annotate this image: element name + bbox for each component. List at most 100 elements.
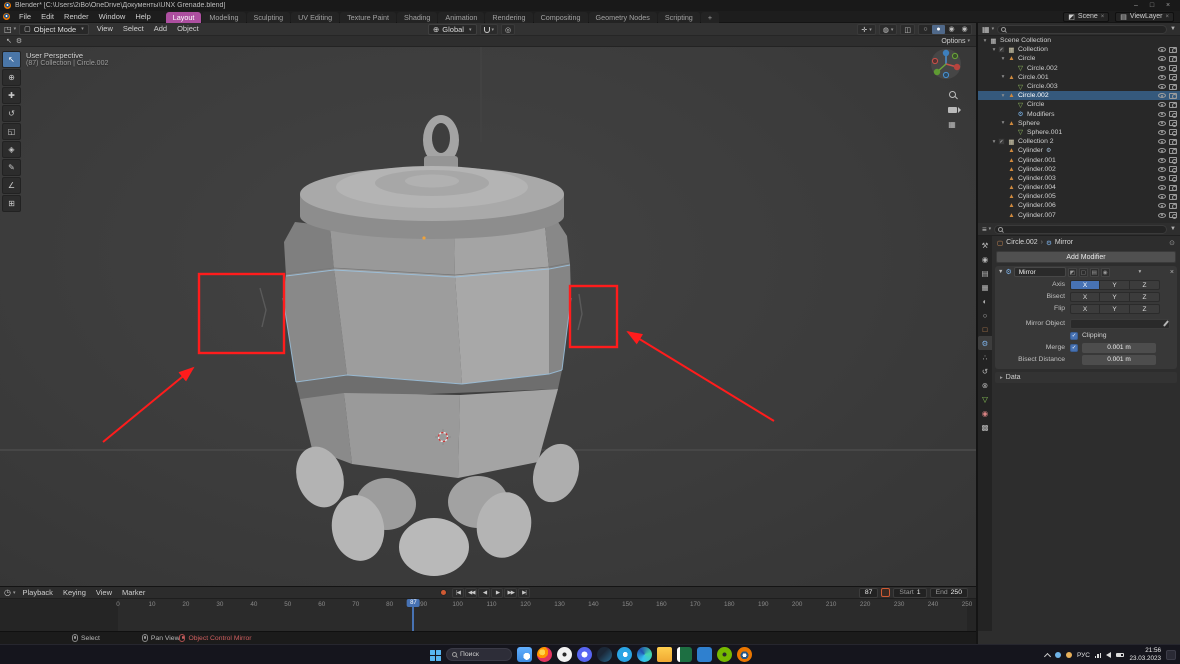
- shading-solid-icon[interactable]: ●: [932, 25, 945, 34]
- scale-tool[interactable]: ◱: [2, 123, 21, 140]
- properties-search-input[interactable]: [994, 225, 1167, 234]
- properties-tab-output[interactable]: ▤: [978, 266, 992, 280]
- shading-rendered-icon[interactable]: ◉: [958, 25, 971, 34]
- outliner-row[interactable]: ▲Cylinder⚙: [978, 146, 1180, 155]
- frame-end-field[interactable]: End250: [930, 588, 968, 598]
- outliner-row[interactable]: ▽Circle: [978, 100, 1180, 109]
- flip-y-toggle[interactable]: Y: [1100, 304, 1130, 314]
- disable-in-render-camera-icon[interactable]: [1169, 157, 1177, 163]
- mirror-object-field[interactable]: [1070, 319, 1170, 329]
- play[interactable]: ▶: [491, 588, 503, 598]
- preview-range-icon[interactable]: [881, 588, 890, 597]
- disable-in-render-camera-icon[interactable]: [1169, 139, 1177, 145]
- properties-tab-material[interactable]: ◉: [978, 406, 992, 420]
- annotate-tool[interactable]: ✎: [2, 159, 21, 176]
- disable-in-render-camera-icon[interactable]: [1169, 212, 1177, 218]
- viewport-menu-select[interactable]: Select: [118, 23, 149, 35]
- toggle-ortho-icon[interactable]: ▦: [945, 118, 959, 131]
- shading-wireframe-icon[interactable]: ○: [919, 25, 932, 34]
- outliner-row[interactable]: ▲Cylinder.004: [978, 183, 1180, 192]
- outliner-search-input[interactable]: [997, 25, 1167, 34]
- pin-icon[interactable]: ⊙: [1169, 239, 1175, 247]
- disclosure-expanded-icon[interactable]: ▾: [990, 47, 998, 53]
- properties-tab-render[interactable]: ◉: [978, 252, 992, 266]
- xray-toggle[interactable]: ◫: [900, 24, 915, 35]
- previous-frame[interactable]: ◀: [478, 588, 490, 598]
- taskbar-icon-edge[interactable]: [637, 647, 652, 662]
- snap-magnet-icon[interactable]: ▾: [480, 24, 499, 35]
- bisect-x-toggle[interactable]: X: [1070, 292, 1100, 302]
- hide-in-viewport-eye-icon[interactable]: [1158, 213, 1166, 218]
- hide-in-viewport-eye-icon[interactable]: [1158, 158, 1166, 163]
- axis-y-toggle[interactable]: Y: [1100, 280, 1130, 290]
- transform-tool[interactable]: ◈: [2, 141, 21, 158]
- clock[interactable]: 21:56 23.03.2023: [1129, 647, 1161, 664]
- gizmos-dropdown[interactable]: ✛▾: [857, 24, 875, 35]
- editor-type-icon[interactable]: ◳▾: [4, 25, 16, 34]
- disclosure-expanded-icon[interactable]: ▾: [999, 56, 1007, 62]
- bisect-y-toggle[interactable]: Y: [1100, 292, 1130, 302]
- disclosure-expanded-icon[interactable]: ▾: [981, 38, 989, 44]
- show-render-icon[interactable]: ◉: [1101, 268, 1110, 277]
- outliner-row[interactable]: ▽Circle.003: [978, 82, 1180, 91]
- disable-in-render-camera-icon[interactable]: [1169, 74, 1177, 80]
- disable-in-render-camera-icon[interactable]: [1169, 65, 1177, 71]
- properties-editor-icon[interactable]: ≡▾: [982, 225, 991, 234]
- outliner-row[interactable]: ▲Cylinder.003: [978, 174, 1180, 183]
- workspace-tab-layout[interactable]: Layout: [166, 12, 202, 23]
- menu-file[interactable]: File: [14, 11, 36, 23]
- outliner-row[interactable]: ⚙Modifiers: [978, 110, 1180, 119]
- collection-checkbox[interactable]: ✓: [998, 138, 1005, 145]
- disclosure-expanded-icon[interactable]: ▾: [990, 139, 998, 145]
- properties-tab-particles[interactable]: ∴: [978, 350, 992, 364]
- viewlayer-selector[interactable]: ▤ ViewLayer ×: [1115, 12, 1174, 22]
- rotate-tool[interactable]: ↺: [2, 105, 21, 122]
- timeline-menu-keying[interactable]: Keying: [58, 587, 91, 599]
- measure-tool[interactable]: ∠: [2, 177, 21, 194]
- disable-in-render-camera-icon[interactable]: [1169, 84, 1177, 90]
- timeline-menu-view[interactable]: View: [91, 587, 117, 599]
- workspace-tab-rendering[interactable]: Rendering: [485, 12, 532, 23]
- outliner-row[interactable]: ▾✓▦Collection 2: [978, 137, 1180, 146]
- camera-view-icon[interactable]: [945, 103, 959, 116]
- collection-checkbox[interactable]: ✓: [998, 46, 1005, 53]
- workspace-tab-add[interactable]: +: [701, 12, 719, 23]
- taskbar-icon-excel[interactable]: [677, 647, 692, 662]
- hide-in-viewport-eye-icon[interactable]: [1158, 56, 1166, 61]
- properties-tab-view-layer[interactable]: ▦: [978, 280, 992, 294]
- options-dropdown[interactable]: Options▾: [941, 38, 970, 45]
- navigation-gizmo[interactable]: [930, 48, 962, 80]
- bisect-distance-field[interactable]: 0.001 m: [1082, 355, 1156, 365]
- hide-in-viewport-eye-icon[interactable]: [1158, 112, 1166, 117]
- menu-help[interactable]: Help: [130, 11, 155, 23]
- viewport-menu-view[interactable]: View: [92, 23, 118, 35]
- proportional-edit-icon[interactable]: ◎: [501, 24, 515, 35]
- outliner-row[interactable]: ▾▲Sphere: [978, 119, 1180, 128]
- taskbar-icon-discord[interactable]: [577, 647, 592, 662]
- outliner-row[interactable]: ▽Circle.002: [978, 64, 1180, 73]
- workspace-tab-animation[interactable]: Animation: [438, 12, 484, 23]
- minimize-button[interactable]: –: [1128, 0, 1144, 11]
- start-button[interactable]: [430, 650, 441, 661]
- hide-in-viewport-eye-icon[interactable]: [1158, 102, 1166, 107]
- hide-in-viewport-eye-icon[interactable]: [1158, 75, 1166, 80]
- flip-x-toggle[interactable]: X: [1070, 304, 1100, 314]
- hide-in-viewport-eye-icon[interactable]: [1158, 93, 1166, 98]
- auto-keying-icon[interactable]: [440, 589, 447, 596]
- viewport-menu-object[interactable]: Object: [172, 23, 204, 35]
- outliner-row[interactable]: ▾▦Scene Collection: [978, 36, 1180, 45]
- taskbar-icon-explorer[interactable]: [657, 647, 672, 662]
- hide-in-viewport-eye-icon[interactable]: [1158, 167, 1166, 172]
- taskbar-icon-weather[interactable]: [517, 647, 532, 662]
- outliner-filter-icon[interactable]: ▼: [1170, 26, 1176, 32]
- previous-keyframe[interactable]: ◀◀: [465, 588, 477, 598]
- add-cube-tool[interactable]: ⊞: [2, 195, 21, 212]
- axis-x-toggle[interactable]: X: [1070, 280, 1100, 290]
- outliner-row[interactable]: ▾▲Circle: [978, 54, 1180, 63]
- outliner-row[interactable]: ▾✓▦Collection: [978, 45, 1180, 54]
- outliner-row[interactable]: ▾▲Circle.002: [978, 91, 1180, 100]
- outliner-row[interactable]: ▲Cylinder.002: [978, 165, 1180, 174]
- disable-in-render-camera-icon[interactable]: [1169, 175, 1177, 181]
- properties-filter-icon[interactable]: ▼: [1170, 226, 1176, 232]
- frame-start-field[interactable]: Start1: [893, 588, 926, 598]
